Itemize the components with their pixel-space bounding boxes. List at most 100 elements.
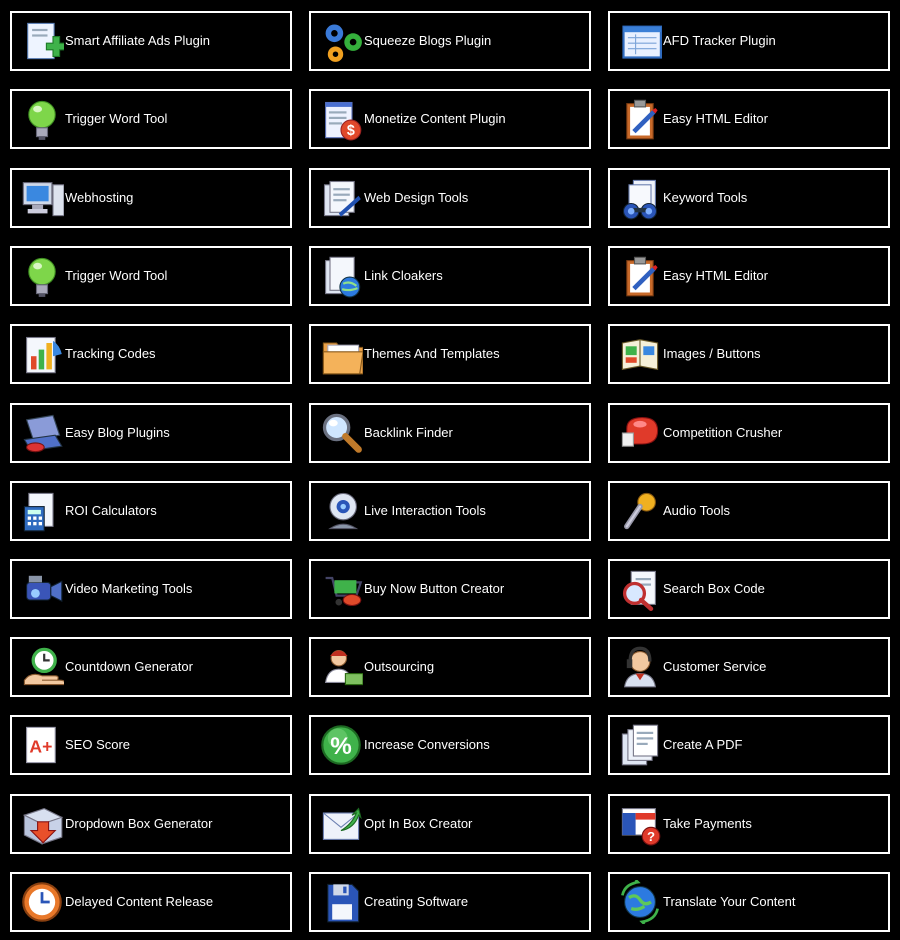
tile-themes-and-templates[interactable]: Themes And Templates xyxy=(309,324,591,384)
clipboard-pen-icon xyxy=(618,97,662,141)
tile-roi-calculators[interactable]: ROI Calculators xyxy=(10,481,292,541)
tile-images-buttons[interactable]: Images / Buttons xyxy=(608,324,890,384)
globe-arrows-icon xyxy=(618,880,662,924)
tile-competition-crusher[interactable]: Competition Crusher xyxy=(608,403,890,463)
document-plus-icon xyxy=(20,19,64,63)
tile-squeeze-blogs-plugin[interactable]: Squeeze Blogs Plugin xyxy=(309,11,591,71)
microphone-icon xyxy=(618,489,662,533)
video-camera-icon xyxy=(20,567,64,611)
tile-backlink-finder[interactable]: Backlink Finder xyxy=(309,403,591,463)
tile-label: Customer Service xyxy=(663,659,767,674)
tile-label: Opt In Box Creator xyxy=(364,816,473,831)
tile-label: Themes And Templates xyxy=(364,346,500,361)
tile-link-cloakers[interactable]: Link Cloakers xyxy=(309,246,591,306)
envelope-arrow-icon xyxy=(319,802,363,846)
tile-label: Webhosting xyxy=(65,190,134,205)
tile-label: Delayed Content Release xyxy=(65,894,214,909)
tile-live-interaction-tools[interactable]: Live Interaction Tools xyxy=(309,481,591,541)
tile-dropdown-box-generator[interactable]: Dropdown Box Generator xyxy=(10,794,292,854)
tile-audio-tools[interactable]: Audio Tools xyxy=(608,481,890,541)
tile-label: Translate Your Content xyxy=(663,894,796,909)
tile-afd-tracker-plugin[interactable]: AFD Tracker Plugin xyxy=(608,11,890,71)
tile-label: Squeeze Blogs Plugin xyxy=(364,33,492,48)
calculator-document-icon xyxy=(20,489,64,533)
tile-label: Dropdown Box Generator xyxy=(65,816,213,831)
documents-stack-icon xyxy=(618,723,662,767)
tile-label: Video Marketing Tools xyxy=(65,581,193,596)
tile-label: Search Box Code xyxy=(663,581,765,596)
tile-label: Images / Buttons xyxy=(663,346,761,361)
tile-translate-your-content[interactable]: Translate Your Content xyxy=(608,872,890,932)
binoculars-documents-icon xyxy=(618,176,662,220)
tile-label: Creating Software xyxy=(364,894,469,909)
tile-label: Outsourcing xyxy=(364,659,435,674)
tile-buy-now-button-creator[interactable]: Buy Now Button Creator xyxy=(309,559,591,619)
tile-label: Buy Now Button Creator xyxy=(364,581,505,596)
keyboard-book-icon xyxy=(20,411,64,455)
tile-label: Trigger Word Tool xyxy=(65,268,168,283)
tile-label: SEO Score xyxy=(65,737,131,752)
person-money-icon xyxy=(319,645,363,689)
book-images-icon xyxy=(618,332,662,376)
tile-create-a-pdf[interactable]: Create A PDF xyxy=(608,715,890,775)
svg-text:$: $ xyxy=(347,123,355,139)
tile-label: Monetize Content Plugin xyxy=(364,111,506,126)
tile-take-payments[interactable]: ? Take Payments xyxy=(608,794,890,854)
notepad-dollar-icon: $ xyxy=(319,97,363,141)
light-bulb-icon xyxy=(20,97,64,141)
tile-label: Increase Conversions xyxy=(364,737,490,752)
svg-text:%: % xyxy=(330,733,352,760)
search-document-icon xyxy=(618,567,662,611)
tile-easy-blog-plugins[interactable]: Easy Blog Plugins xyxy=(10,403,292,463)
tile-search-box-code[interactable]: Search Box Code xyxy=(608,559,890,619)
tile-web-design-tools[interactable]: Web Design Tools xyxy=(309,168,591,228)
tile-countdown-generator[interactable]: Countdown Generator xyxy=(10,637,292,697)
svg-text:A+: A+ xyxy=(29,737,52,757)
tile-label: Link Cloakers xyxy=(364,268,443,283)
hand-clock-icon xyxy=(20,645,64,689)
wall-clock-icon xyxy=(20,880,64,924)
tile-label: Take Payments xyxy=(663,816,752,831)
tile-label: Competition Crusher xyxy=(663,425,783,440)
tile-label: Web Design Tools xyxy=(364,190,469,205)
computer-icon xyxy=(20,176,64,220)
tile-delayed-content-release[interactable]: Delayed Content Release xyxy=(10,872,292,932)
webcam-icon xyxy=(319,489,363,533)
tile-label: ROI Calculators xyxy=(65,503,157,518)
down-arrow-box-icon xyxy=(20,802,64,846)
tile-video-marketing-tools[interactable]: Video Marketing Tools xyxy=(10,559,292,619)
tile-easy-html-editor[interactable]: Easy HTML Editor xyxy=(608,89,890,149)
tile-seo-score[interactable]: A+ SEO Score xyxy=(10,715,292,775)
tile-customer-service[interactable]: Customer Service xyxy=(608,637,890,697)
folder-icon xyxy=(319,332,363,376)
tile-trigger-word-tool[interactable]: Trigger Word Tool xyxy=(10,89,292,149)
tile-opt-in-box-creator[interactable]: Opt In Box Creator xyxy=(309,794,591,854)
tile-label: Audio Tools xyxy=(663,503,730,518)
tile-easy-html-editor[interactable]: Easy HTML Editor xyxy=(608,246,890,306)
tile-label: Keyword Tools xyxy=(663,190,748,205)
tile-label: Countdown Generator xyxy=(65,659,193,674)
boxing-glove-icon xyxy=(618,411,662,455)
tile-webhosting[interactable]: Webhosting xyxy=(10,168,292,228)
svg-text:?: ? xyxy=(647,829,655,844)
clipboard-pen-icon xyxy=(618,254,662,298)
tile-label: Backlink Finder xyxy=(364,425,453,440)
tile-monetize-content-plugin[interactable]: $ Monetize Content Plugin xyxy=(309,89,591,149)
tile-increase-conversions[interactable]: % Increase Conversions xyxy=(309,715,591,775)
tile-tracking-codes[interactable]: Tracking Codes xyxy=(10,324,292,384)
tile-outsourcing[interactable]: Outsourcing xyxy=(309,637,591,697)
tile-label: Live Interaction Tools xyxy=(364,503,486,518)
percent-icon: % xyxy=(319,723,363,767)
magnifier-icon xyxy=(319,411,363,455)
tile-smart-affiliate-ads-plugin[interactable]: Smart Affiliate Ads Plugin xyxy=(10,11,292,71)
tile-label: Tracking Codes xyxy=(65,346,156,361)
tile-creating-software[interactable]: Creating Software xyxy=(309,872,591,932)
documents-pen-icon xyxy=(319,176,363,220)
tile-label: AFD Tracker Plugin xyxy=(663,33,776,48)
bar-chart-icon xyxy=(20,332,64,376)
a-plus-grade-icon: A+ xyxy=(20,723,64,767)
tile-keyword-tools[interactable]: Keyword Tools xyxy=(608,168,890,228)
spreadsheet-window-icon xyxy=(618,19,662,63)
tile-label: Easy HTML Editor xyxy=(663,268,768,283)
tile-trigger-word-tool[interactable]: Trigger Word Tool xyxy=(10,246,292,306)
